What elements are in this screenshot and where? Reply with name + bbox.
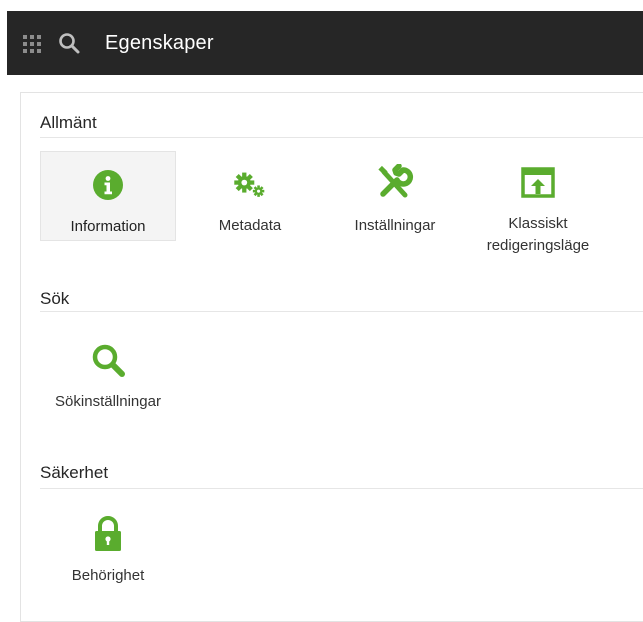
tile-label: Inställningar — [354, 217, 436, 234]
search-settings-icon — [88, 340, 128, 380]
tile-information[interactable]: Information — [40, 151, 176, 241]
info-icon — [88, 165, 128, 205]
top-bar: Egenskaper — [7, 11, 643, 75]
tools-icon — [375, 164, 415, 204]
tile-metadata[interactable]: Metadata — [182, 151, 318, 241]
tile-permissions[interactable]: Behörighet — [40, 501, 176, 591]
page-title: Egenskaper — [105, 32, 214, 54]
search-icon[interactable] — [57, 31, 81, 55]
app-launcher-icon[interactable] — [23, 35, 41, 53]
classic-edit-icon — [518, 164, 558, 204]
gears-icon — [230, 164, 270, 204]
tile-search-settings[interactable]: Sökinställningar — [40, 327, 176, 417]
tile-classic-edit[interactable]: Klassiskt redigeringsläge — [470, 151, 606, 254]
tile-settings[interactable]: Inställningar — [327, 151, 463, 241]
tile-label: Klassiskt redigeringsläge — [486, 215, 590, 254]
tile-label: Behörighet — [71, 567, 145, 584]
tile-label: Sökinställningar — [55, 393, 161, 410]
section-divider — [40, 137, 643, 138]
section-divider — [40, 488, 643, 489]
lock-icon — [88, 514, 128, 554]
section-divider — [40, 311, 643, 312]
section-title-security: Säkerhet — [40, 463, 109, 482]
section-title-general: Allmänt — [40, 113, 97, 132]
section-title-search: Sök — [40, 289, 70, 308]
tile-label: Metadata — [218, 217, 282, 234]
tile-label: Information — [70, 218, 146, 235]
